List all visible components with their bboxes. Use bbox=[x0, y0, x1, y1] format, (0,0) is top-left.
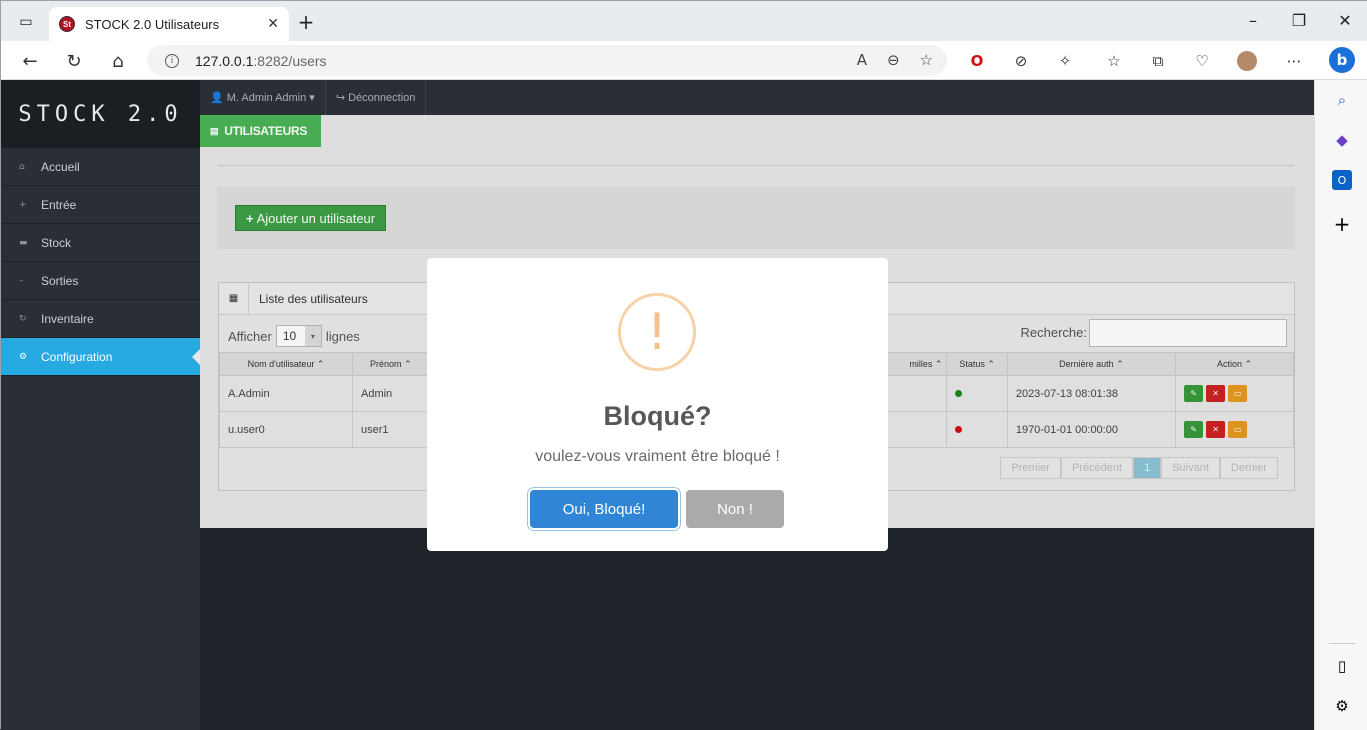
favorite-star-icon[interactable]: ☆ bbox=[920, 51, 933, 69]
confirm-block-button[interactable]: Oui, Bloqué! bbox=[530, 490, 678, 528]
close-tab-icon[interactable]: ✕ bbox=[267, 16, 279, 32]
bing-copilot-icon[interactable]: b bbox=[1329, 47, 1355, 73]
add-sidebar-app-icon[interactable]: + bbox=[1332, 212, 1352, 236]
site-info-icon[interactable]: i bbox=[165, 53, 179, 68]
refresh-icon: ↻ bbox=[19, 313, 27, 324]
sidebar-toggle-icon[interactable]: ▯ bbox=[1332, 656, 1352, 676]
read-aloud-icon[interactable]: A bbox=[857, 51, 867, 69]
user-menu[interactable]: 👤 M. Admin Admin ▾ bbox=[200, 80, 326, 115]
plus-icon: + bbox=[19, 199, 27, 210]
minus-icon: – bbox=[19, 275, 24, 286]
home-icon: ⌂ bbox=[19, 161, 25, 172]
favicon-icon: St bbox=[59, 16, 75, 32]
new-tab-icon[interactable]: + bbox=[293, 9, 319, 35]
address-bar: ← ↻ ⌂ i 127.0.0.1:8282/users A ⊖ ☆ O ⊘ ✧… bbox=[1, 41, 1367, 80]
outlook-icon[interactable]: O bbox=[1332, 170, 1352, 190]
dialog-message: voulez-vous vraiment être bloqué ! bbox=[535, 448, 780, 465]
logout-link[interactable]: ↪ Déconnection bbox=[326, 80, 427, 115]
url-path: :8282/users bbox=[253, 52, 327, 69]
left-navigation: STOCK 2.0 ⌂ Accueil + Entrée ▬ Stock – Sorti… bbox=[1, 80, 200, 730]
tab-actions-icon[interactable]: ▭ bbox=[13, 9, 39, 35]
tab-title: STOCK 2.0 Utilisateurs bbox=[85, 16, 220, 32]
top-bar: 👤 M. Admin Admin ▾ ↪ Déconnection bbox=[200, 80, 1314, 115]
warning-icon: ! bbox=[618, 293, 696, 371]
back-icon[interactable]: ← bbox=[17, 49, 43, 73]
favorites-icon[interactable]: ☆ bbox=[1104, 51, 1124, 71]
tab-bar: ▭ St STOCK 2.0 Utilisateurs ✕ + – ❐ ✕ bbox=[1, 1, 1367, 41]
confirm-dialog: ! Bloqué? voulez-vous vraiment être bloq… bbox=[427, 258, 888, 551]
logout-icon: ↪ bbox=[335, 92, 346, 104]
microsoft365-icon[interactable]: ◆ bbox=[1332, 130, 1352, 150]
opera-extension-icon[interactable]: O bbox=[967, 51, 987, 71]
edge-sidebar: ⌕ ◆ O + ▯ ⚙ bbox=[1314, 80, 1367, 730]
app-brand: STOCK 2.0 bbox=[1, 80, 200, 148]
settings-gear-icon[interactable]: ⚙ bbox=[1332, 696, 1352, 716]
url-field[interactable]: i 127.0.0.1:8282/users A ⊖ ☆ bbox=[147, 45, 947, 76]
nav-item-sorties[interactable]: – Sorties bbox=[1, 262, 200, 300]
close-window-icon[interactable]: ✕ bbox=[1325, 11, 1365, 30]
user-icon: 👤 bbox=[210, 92, 224, 104]
cog-icon: ⚙ bbox=[19, 351, 28, 362]
restore-icon[interactable]: ❐ bbox=[1279, 11, 1319, 30]
browser-window: ▭ St STOCK 2.0 Utilisateurs ✕ + – ❐ ✕ ← … bbox=[0, 0, 1367, 730]
url-host: 127.0.0.1 bbox=[195, 52, 254, 69]
performance-icon[interactable]: ♡ bbox=[1192, 51, 1212, 71]
profile-avatar[interactable] bbox=[1237, 51, 1257, 71]
nav-item-inventaire[interactable]: ↻ Inventaire bbox=[1, 300, 200, 338]
nav-item-configuration[interactable]: ⚙ Configuration bbox=[1, 338, 200, 376]
more-menu-icon[interactable]: ⋯ bbox=[1284, 51, 1304, 71]
extensions-icon[interactable]: ✧ bbox=[1055, 51, 1075, 71]
blocker-extension-icon[interactable]: ⊘ bbox=[1011, 51, 1031, 71]
zoom-icon[interactable]: ⊖ bbox=[887, 51, 900, 69]
search-icon[interactable]: ⌕ bbox=[1332, 90, 1352, 110]
nav-item-entree[interactable]: + Entrée bbox=[1, 186, 200, 224]
nav-item-stock[interactable]: ▬ Stock bbox=[1, 224, 200, 262]
inbox-icon: ▬ bbox=[19, 237, 28, 248]
nav-item-accueil[interactable]: ⌂ Accueil bbox=[1, 148, 200, 186]
collections-icon[interactable]: ⧉ bbox=[1148, 51, 1168, 71]
cancel-button[interactable]: Non ! bbox=[686, 490, 784, 528]
browser-tab[interactable]: St STOCK 2.0 Utilisateurs ✕ bbox=[49, 7, 289, 41]
refresh-icon[interactable]: ↻ bbox=[61, 49, 87, 73]
dialog-title: Bloqué? bbox=[603, 401, 712, 431]
minimize-icon[interactable]: – bbox=[1233, 11, 1273, 30]
home-icon[interactable]: ⌂ bbox=[105, 49, 131, 73]
